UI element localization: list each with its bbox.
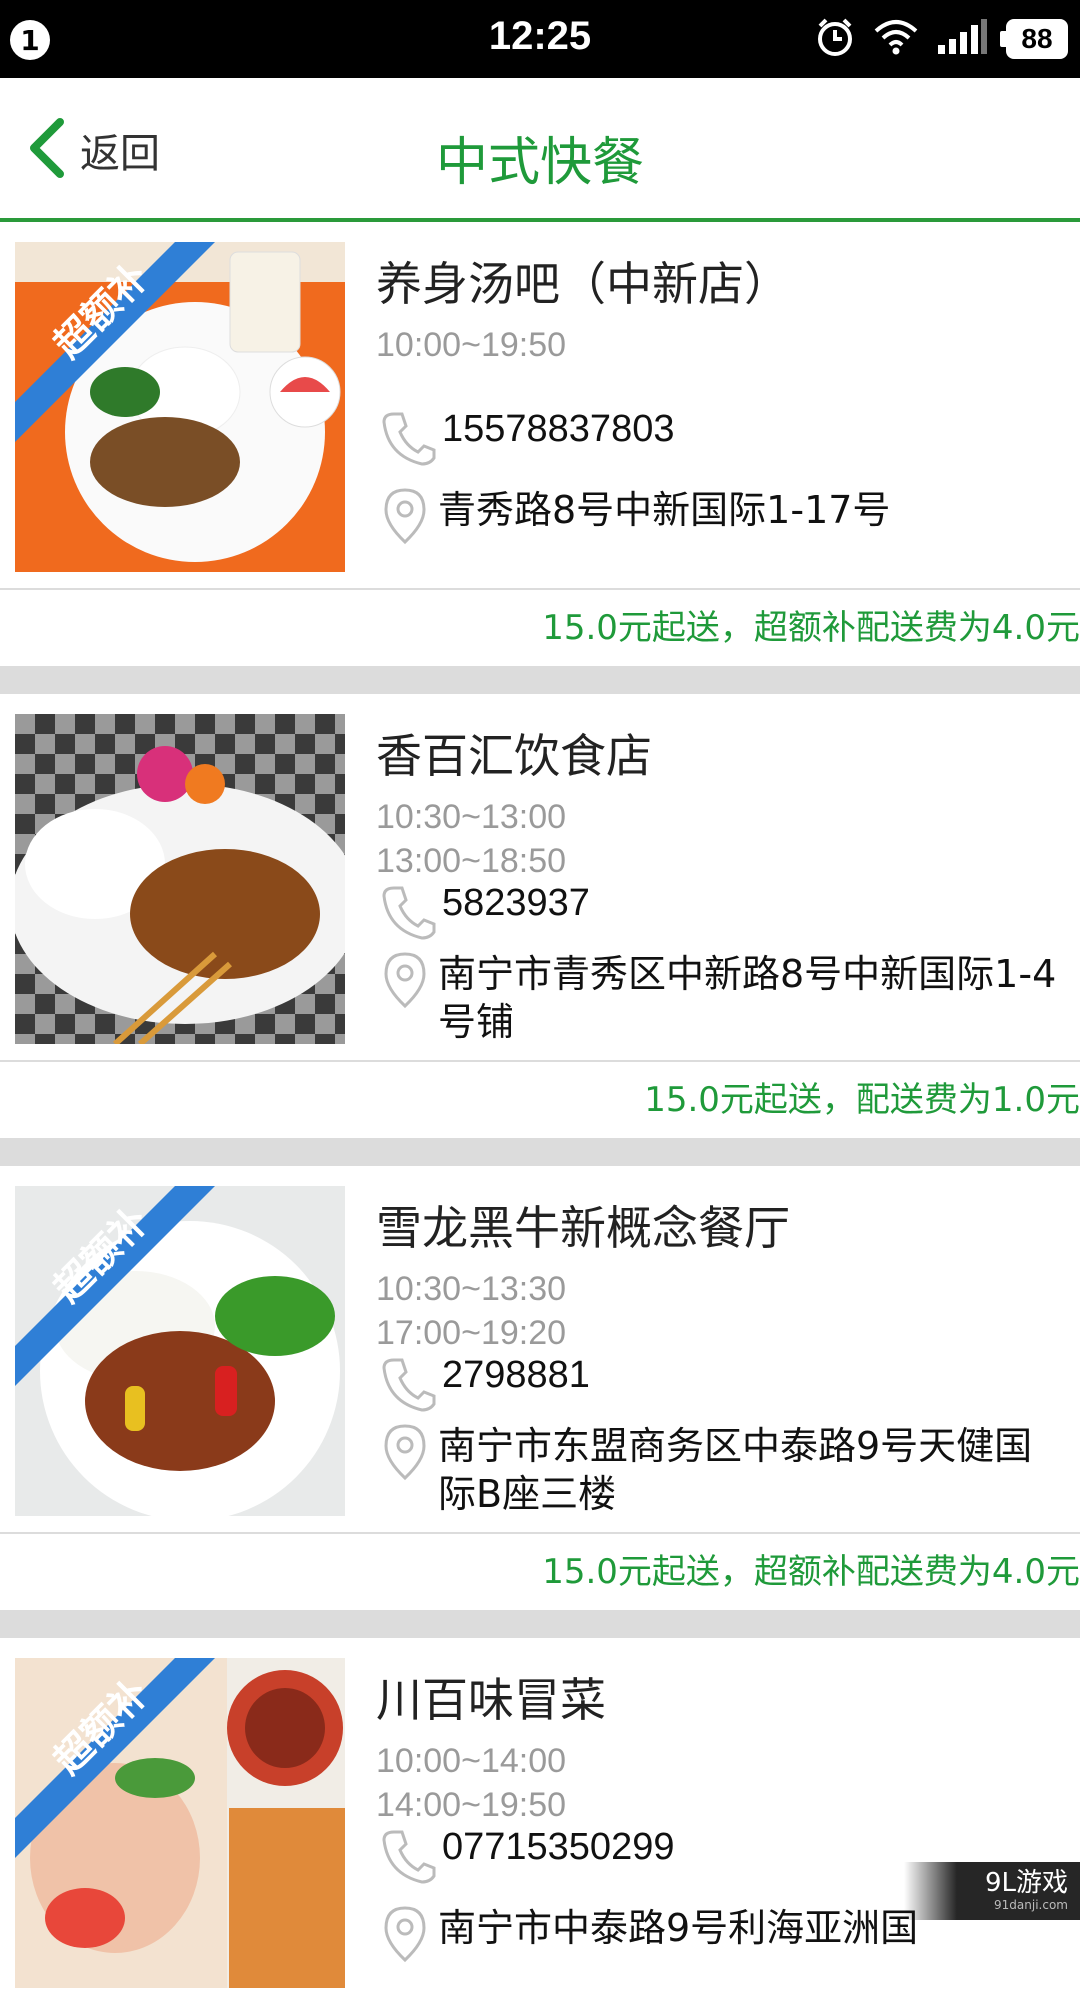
alarm-icon xyxy=(814,16,856,62)
status-bar: 1 12:25 88 xyxy=(0,0,1080,78)
watermark-brand: 9L游戏 xyxy=(984,1868,1068,1898)
address: 青秀路8号中新国际1-17号 xyxy=(438,488,891,532)
location-pin-icon xyxy=(380,950,430,1014)
location-pin-icon xyxy=(380,486,430,550)
address-row: 南宁市东盟商务区中泰路9号天健国际B座三楼 xyxy=(380,1422,1058,1518)
phone-row[interactable]: 07715350299 xyxy=(380,1826,674,1888)
phone-row[interactable]: 15578837803 xyxy=(380,408,674,470)
phone-icon xyxy=(380,408,436,470)
address: 南宁市东盟商务区中泰路9号天健国际B座三楼 xyxy=(438,1424,1033,1516)
delivery-info: 15.0元起送，配送费为1.0元 xyxy=(644,1080,1080,1120)
delivery-info: 15.0元起送，超额补配送费为4.0元 xyxy=(542,1552,1080,1592)
phone-number: 15578837803 xyxy=(442,408,675,450)
phone-number: 2798881 xyxy=(442,1354,590,1396)
restaurant-name: 香百汇饮食店 xyxy=(376,729,652,783)
restaurant-card[interactable]: 超额补 川百味冒菜 10:00~14:00 14:00~19:50 077153… xyxy=(0,1638,1080,2004)
restaurant-photo: 超额补 xyxy=(15,242,345,572)
section-gap xyxy=(0,1138,1080,1166)
location-pin-icon xyxy=(380,1904,430,1968)
battery-icon: 88 xyxy=(1000,19,1068,59)
opening-hours: 14:00~19:50 xyxy=(376,1786,567,1824)
restaurant-card[interactable]: 香百汇饮食店 10:30~13:00 13:00~18:50 5823937 南… xyxy=(0,694,1080,1138)
restaurant-photo: 超额补 xyxy=(15,1186,345,1516)
opening-hours: 13:00~18:50 xyxy=(376,842,567,880)
phone-icon xyxy=(380,1354,436,1416)
address: 南宁市青秀区中新路8号中新国际1-4号铺 xyxy=(438,952,1057,1044)
signal-icon xyxy=(936,19,988,59)
delivery-info: 15.0元起送，超额补配送费为4.0元 xyxy=(542,608,1080,648)
phone-row[interactable]: 2798881 xyxy=(380,1354,590,1416)
phone-icon xyxy=(380,882,436,944)
restaurant-name: 养身汤吧（中新店） xyxy=(376,257,790,311)
watermark-site: 91danji.com xyxy=(994,1898,1068,1912)
phone-row[interactable]: 5823937 xyxy=(380,882,590,944)
address-row: 青秀路8号中新国际1-17号 xyxy=(380,486,1058,550)
restaurant-photo: 超额补 xyxy=(15,1658,345,1988)
restaurant-card[interactable]: 超额补 雪龙黑牛新概念餐厅 10:30~13:30 17:00~19:20 27… xyxy=(0,1166,1080,1610)
site-watermark: 9L游戏 91danji.com xyxy=(904,1862,1080,1920)
title-bar: 返回 中式快餐 xyxy=(0,78,1080,222)
opening-hours: 10:30~13:00 xyxy=(376,798,567,836)
location-pin-icon xyxy=(380,1422,430,1486)
phone-number: 07715350299 xyxy=(442,1826,675,1868)
opening-hours: 17:00~19:20 xyxy=(376,1314,567,1352)
restaurant-name: 川百味冒菜 xyxy=(376,1673,606,1727)
section-gap xyxy=(0,666,1080,694)
restaurant-card[interactable]: 超额补 养身汤吧（中新店） 10:00~19:50 15578837803 青秀… xyxy=(0,222,1080,666)
restaurant-name: 雪龙黑牛新概念餐厅 xyxy=(376,1201,790,1255)
restaurant-list: 超额补 养身汤吧（中新店） 10:00~19:50 15578837803 青秀… xyxy=(0,222,1080,2004)
phone-number: 5823937 xyxy=(442,882,590,924)
opening-hours: 10:00~14:00 xyxy=(376,1742,567,1780)
wifi-icon xyxy=(874,19,918,59)
opening-hours: 10:00~19:50 xyxy=(376,326,567,364)
page-title: 中式快餐 xyxy=(435,133,644,193)
phone-icon xyxy=(380,1826,436,1888)
address-row: 南宁市青秀区中新路8号中新国际1-4号铺 xyxy=(380,950,1058,1046)
section-gap xyxy=(0,1610,1080,1638)
restaurant-photo xyxy=(15,714,345,1044)
opening-hours: 10:30~13:30 xyxy=(376,1270,567,1308)
